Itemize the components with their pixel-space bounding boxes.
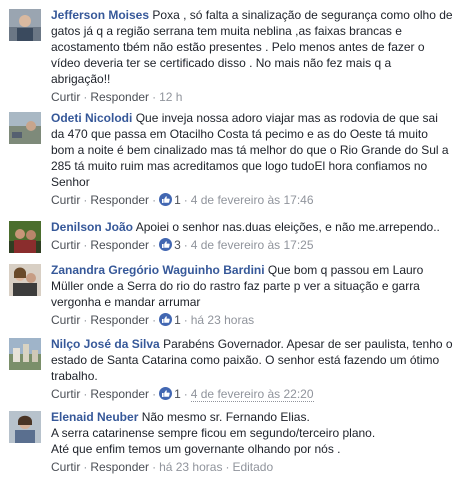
like-button[interactable]: Curtir: [51, 90, 80, 104]
reply-button[interactable]: Responder: [90, 90, 149, 104]
reply-button[interactable]: Responder: [90, 460, 149, 474]
avatar[interactable]: [9, 112, 41, 144]
comment-actions: Curtir · Responder · 1 · 4 de fevereiro às 17:…: [51, 192, 453, 208]
like-count[interactable]: 3: [174, 238, 181, 252]
separator: ·: [183, 387, 188, 401]
like-button[interactable]: Curtir: [51, 238, 80, 252]
comment-body: Zanandra Gregório Waguinho Bardini Que b…: [51, 262, 453, 328]
comment-text-line: A serra catarinense sempre ficou em segu…: [51, 426, 376, 440]
separator: ·: [83, 460, 88, 474]
avatar[interactable]: [9, 264, 41, 296]
avatar[interactable]: [9, 338, 41, 370]
comment-timestamp[interactable]: há 23 horas: [191, 313, 254, 327]
separator: ·: [225, 460, 230, 474]
avatar[interactable]: [9, 221, 41, 253]
comment-body: Nilço José da Silva Parabéns Governador.…: [51, 336, 453, 402]
comment-timestamp[interactable]: há 23 horas: [159, 460, 222, 474]
comment-body: Denilson João Apoiei o senhor nas.duas e…: [51, 219, 453, 253]
like-count[interactable]: 1: [174, 387, 181, 401]
separator: ·: [183, 238, 188, 252]
avatar[interactable]: [9, 9, 41, 41]
separator: ·: [152, 313, 157, 327]
thumbs-up-icon: [159, 238, 173, 251]
comment-timestamp[interactable]: 4 de fevereiro às 22:20: [190, 387, 314, 402]
comment-actions: Curtir · Responder · 3 · 4 de fevereiro às 17:…: [51, 237, 453, 253]
like-button[interactable]: Curtir: [51, 313, 80, 327]
like-button[interactable]: Curtir: [51, 193, 80, 207]
avatar[interactable]: [9, 411, 41, 443]
separator: ·: [152, 460, 157, 474]
comment-author[interactable]: Denilson João: [51, 220, 133, 234]
comment-body: Odeti Nicolodi Que inveja nossa adoro vi…: [51, 110, 453, 208]
separator: ·: [152, 387, 157, 401]
comment-list: Jefferson Moises Poxa , só falta a sinal…: [0, 0, 459, 481]
comment-author[interactable]: Zanandra Gregório Waguinho Bardini: [51, 263, 265, 277]
comment-author[interactable]: Elenaid Neuber: [51, 410, 138, 424]
comment-actions: Curtir · Responder · 1 · há 23 horas: [51, 312, 453, 328]
like-count[interactable]: 1: [174, 193, 181, 207]
comment-actions: Curtir · Responder · 1 · 4 de fevereiro às 22:…: [51, 386, 453, 402]
separator: ·: [183, 313, 188, 327]
like-button[interactable]: Curtir: [51, 387, 80, 401]
thumbs-up-icon: [159, 193, 173, 206]
comment-author[interactable]: Jefferson Moises: [51, 8, 149, 22]
separator: ·: [83, 238, 88, 252]
separator: ·: [83, 313, 88, 327]
comment-author[interactable]: Nilço José da Silva: [51, 337, 160, 351]
comment-author[interactable]: Odeti Nicolodi: [51, 111, 132, 125]
thumbs-up-icon: [159, 387, 173, 400]
like-count[interactable]: 1: [174, 313, 181, 327]
comment-text-line: Até que enfim temos um governante olhand…: [51, 442, 341, 456]
comment-body: Jefferson Moises Poxa , só falta a sinal…: [51, 7, 453, 105]
thumbs-up-icon: [159, 313, 173, 326]
separator: ·: [83, 193, 88, 207]
separator: ·: [83, 90, 88, 104]
comment-actions: Curtir · Responder · 12 h: [51, 89, 453, 105]
reply-button[interactable]: Responder: [90, 238, 149, 252]
comment-timestamp[interactable]: 4 de fevereiro às 17:25: [191, 238, 314, 252]
separator: ·: [83, 387, 88, 401]
like-button[interactable]: Curtir: [51, 460, 80, 474]
comment-actions: Curtir · Responder · há 23 horas · Editado: [51, 459, 453, 475]
separator: ·: [152, 238, 157, 252]
separator: ·: [183, 193, 188, 207]
comment-timestamp[interactable]: 4 de fevereiro às 17:46: [191, 193, 314, 207]
comment-timestamp[interactable]: 12 h: [159, 90, 182, 104]
separator: ·: [152, 193, 157, 207]
edited-label[interactable]: Editado: [232, 460, 273, 474]
comment-text: Apoiei o senhor nas.duas eleições, e não…: [135, 220, 440, 234]
reply-button[interactable]: Responder: [90, 313, 149, 327]
reply-button[interactable]: Responder: [90, 387, 149, 401]
comment-body: Elenaid Neuber Não mesmo sr. Fernando El…: [51, 409, 453, 475]
comment-text: Não mesmo sr. Fernando Elias.: [141, 410, 310, 424]
separator: ·: [152, 90, 157, 104]
reply-button[interactable]: Responder: [90, 193, 149, 207]
